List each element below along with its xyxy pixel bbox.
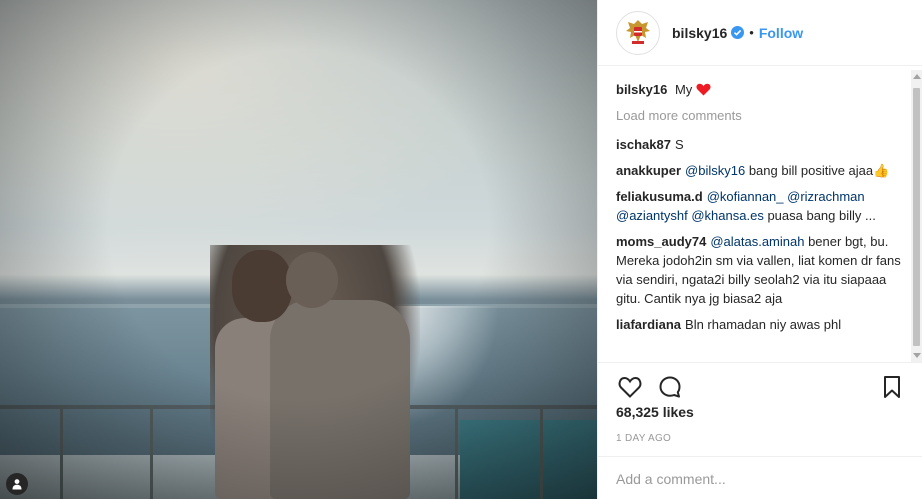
add-comment-input[interactable]: Add a comment... [598, 456, 922, 499]
comment-text: puasa bang billy ... [763, 208, 876, 223]
thumbs-up-emoji: 👍 [873, 163, 890, 178]
scrollbar-thumb[interactable] [913, 88, 920, 346]
red-heart-emoji [696, 82, 711, 97]
scroll-up-arrow-icon[interactable] [913, 74, 921, 79]
comment-text: S [674, 137, 684, 152]
comment-mention-link[interactable]: @bilsky16 [685, 163, 745, 178]
action-bar [598, 362, 922, 410]
comment-item: anakkuper @bilsky16 bang bill positive aj… [616, 161, 906, 180]
comment-item: ischak87 S [616, 135, 906, 154]
verified-badge-icon [731, 26, 745, 39]
separator-dot: • [749, 25, 754, 40]
comment-mention-link[interactable]: @khansa.es [691, 208, 763, 223]
post-sidebar: bilsky16 • Follow bilsky16 My Load more … [597, 0, 922, 499]
comment-item: liafardiana Bln rhamadan niy awas phl [616, 315, 906, 334]
comment-text: Bln rhamadan niy awas phl [685, 317, 842, 332]
comment-username[interactable]: moms_audy74 [616, 234, 706, 249]
comment-username[interactable]: anakkuper [616, 163, 681, 178]
caption-username[interactable]: bilsky16 [616, 82, 667, 97]
comment-mention-link[interactable]: @kofiannan_ [707, 189, 784, 204]
caption: bilsky16 My [616, 80, 906, 99]
post-timestamp: 1 DAY AGO [616, 433, 672, 444]
comment-username[interactable]: ischak87 [616, 137, 671, 152]
comments-list[interactable]: bilsky16 My Load more comments ischak87 S… [616, 80, 906, 362]
post-photo[interactable] [0, 0, 597, 499]
comment-mention-link[interactable]: @alatas.aminah [710, 234, 804, 249]
load-more-comments-link[interactable]: Load more comments [616, 106, 906, 125]
follow-button[interactable]: Follow [759, 25, 803, 41]
heart-outline-icon[interactable] [616, 373, 644, 401]
bookmark-icon[interactable] [878, 373, 906, 401]
comment-item: moms_audy74 @alatas.aminah bener bgt, bu.… [616, 232, 906, 308]
comment-username[interactable]: feliakusuma.d [616, 189, 703, 204]
post-view: bilsky16 • Follow bilsky16 My Load more … [0, 0, 922, 499]
avatar[interactable] [616, 10, 660, 55]
comment-username[interactable]: liafardiana [616, 317, 681, 332]
comment-mention-link[interactable]: @rizrachman [787, 189, 865, 204]
post-header: bilsky16 • Follow [598, 0, 922, 66]
comment-text: bang bill positive ajaa [745, 163, 874, 178]
comments-scrollbar[interactable] [911, 70, 922, 362]
user-tag-icon[interactable] [6, 473, 28, 495]
caption-text: My [674, 82, 693, 97]
garuda-emblem-icon [621, 14, 655, 51]
likes-count[interactable]: 68,325 likes [616, 404, 694, 420]
post-username[interactable]: bilsky16 [672, 25, 727, 41]
comment-item: feliakusuma.d @kofiannan_ @rizrachman @az… [616, 187, 906, 225]
photo-vignette [0, 0, 597, 499]
scroll-down-arrow-icon[interactable] [913, 353, 921, 358]
comment-bubble-icon[interactable] [656, 373, 684, 401]
comment-mention-link[interactable]: @aziantyshf [616, 208, 688, 223]
